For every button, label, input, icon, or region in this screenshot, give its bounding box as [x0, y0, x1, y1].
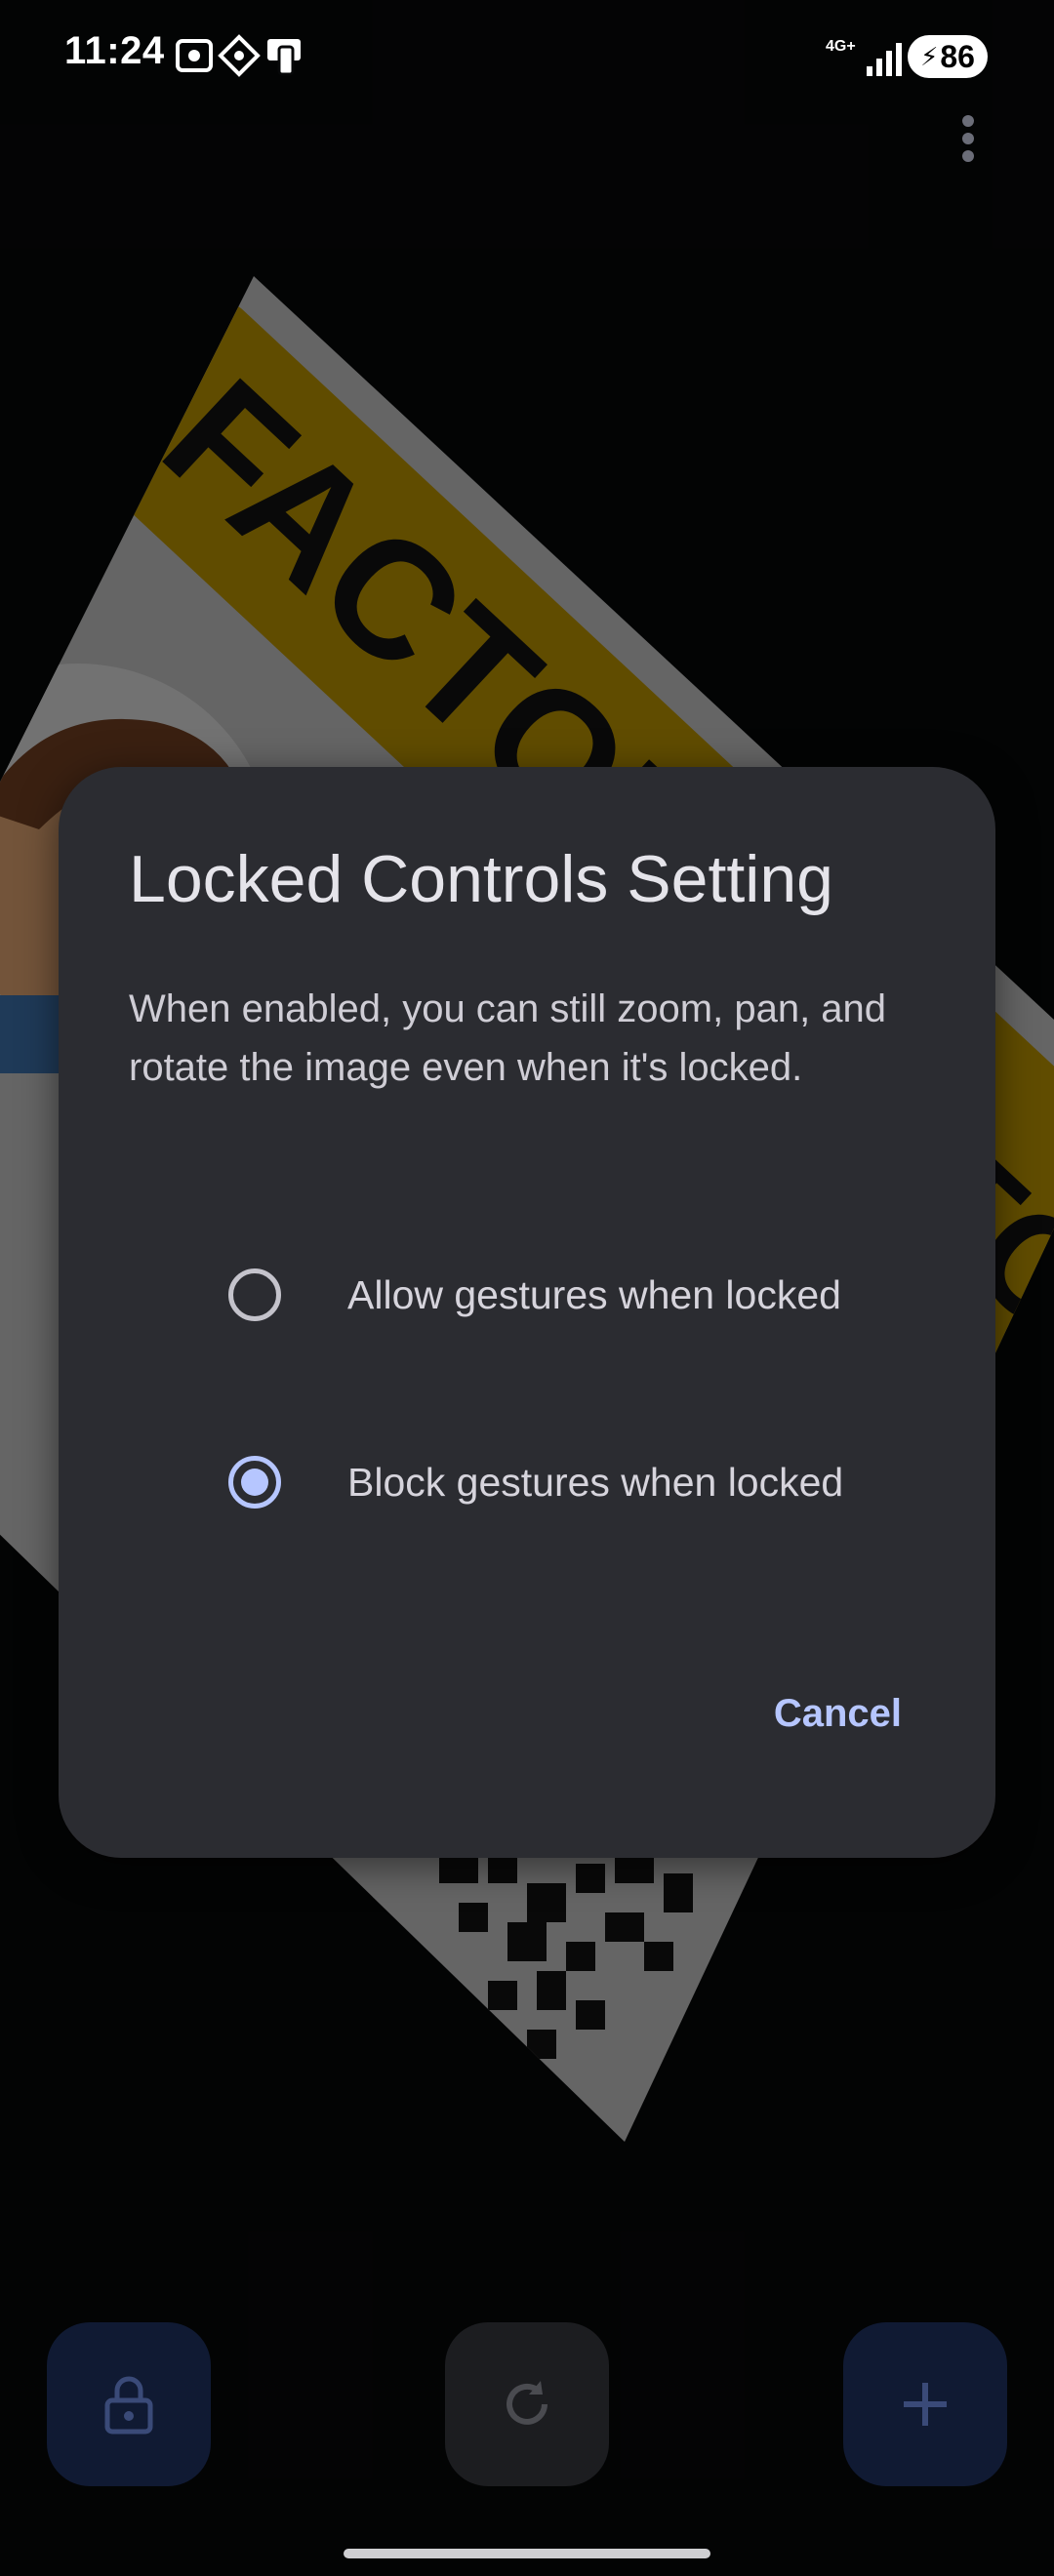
- screenshot-icon: [176, 39, 213, 72]
- option-allow-gestures[interactable]: Allow gestures when locked: [117, 1231, 937, 1358]
- radio-button-unchecked[interactable]: [228, 1268, 281, 1321]
- plus-icon: [904, 2383, 947, 2426]
- rotate-icon: [507, 2381, 547, 2425]
- dialog-title: Locked Controls Setting: [129, 842, 833, 916]
- status-bar: 11:24 4G+ ⚡ 86: [0, 0, 1054, 112]
- option-label: Block gestures when locked: [347, 1459, 844, 1505]
- network-type: 4G+: [826, 38, 856, 55]
- home-indicator[interactable]: [344, 2549, 710, 2558]
- diamond-icon: [218, 34, 261, 77]
- lock-icon: [104, 2376, 153, 2435]
- option-label: Allow gestures when locked: [347, 1271, 841, 1317]
- locked-controls-dialog: Locked Controls Setting When enabled, yo…: [59, 767, 995, 1858]
- battery-level: 86: [940, 38, 975, 74]
- option-block-gestures[interactable]: Block gestures when locked: [117, 1419, 937, 1546]
- device-icon: [267, 39, 301, 76]
- add-button[interactable]: [843, 2322, 1007, 2486]
- lock-button[interactable]: [47, 2322, 211, 2486]
- battery-indicator: ⚡ 86: [908, 35, 988, 78]
- dialog-description: When enabled, you can still zoom, pan, a…: [129, 987, 887, 1089]
- cancel-button[interactable]: Cancel: [770, 1682, 906, 1746]
- signal-icon: [867, 43, 902, 76]
- radio-button-checked[interactable]: [228, 1456, 281, 1509]
- clock: 11:24: [64, 29, 165, 72]
- more-options-icon[interactable]: [945, 107, 992, 170]
- charging-icon: ⚡: [920, 41, 939, 71]
- rotate-button[interactable]: [445, 2322, 609, 2486]
